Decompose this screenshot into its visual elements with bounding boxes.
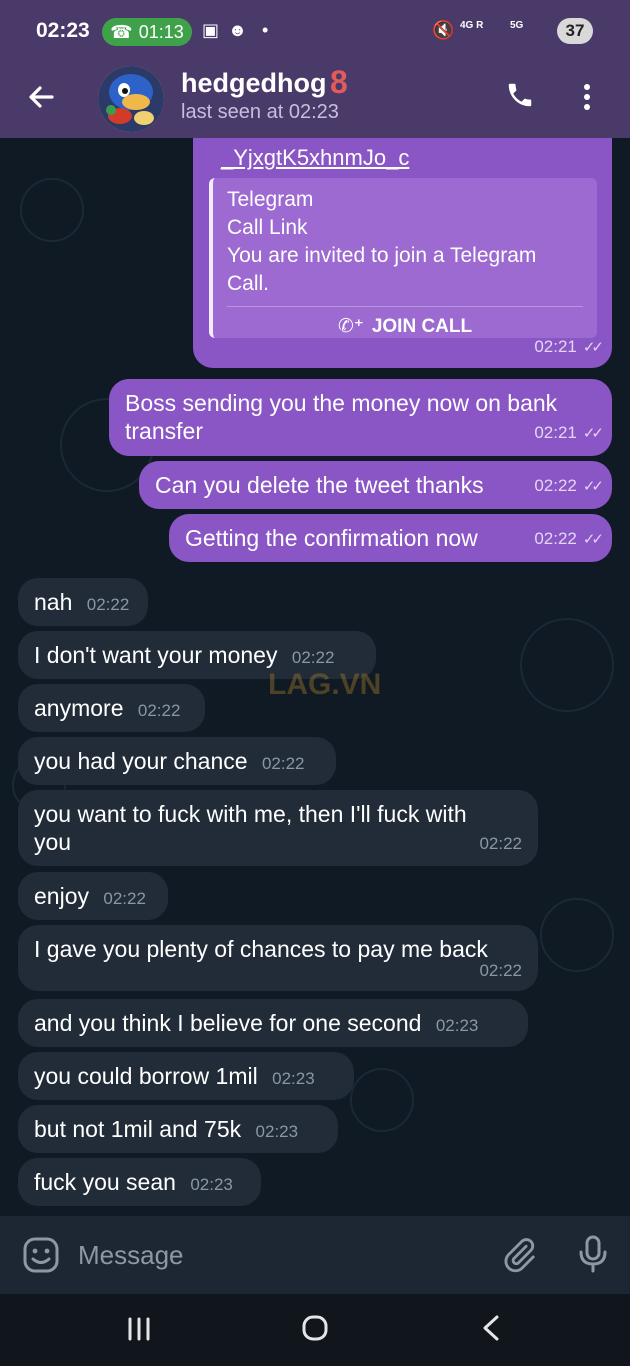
- wallpaper-doodle: [520, 618, 614, 712]
- message-time: 02:22: [137, 701, 181, 720]
- message-time: 02:22: [86, 595, 130, 614]
- message-text: anymore: [34, 695, 124, 721]
- mute-icon: 🔇: [432, 20, 455, 40]
- phone-small-icon: ☎: [110, 21, 133, 42]
- double-check-icon: ✓✓: [582, 478, 604, 495]
- incoming-message[interactable]: fuck you sean 02:23: [18, 1158, 261, 1206]
- message-text: but not 1mil and 75k: [34, 1116, 242, 1142]
- add-person-icon: ☻: [228, 20, 247, 40]
- preview-site-name: Telegram: [227, 188, 314, 211]
- message-time: 02:22: [534, 529, 577, 548]
- double-check-icon: ✓✓: [582, 531, 604, 548]
- last-seen-status: last seen at 02:23: [181, 101, 339, 123]
- message-text: I don't want your money: [34, 642, 278, 668]
- wallpaper-doodle: [350, 1068, 414, 1132]
- message-text: enjoy: [34, 883, 89, 909]
- more-vert-icon[interactable]: [582, 82, 592, 117]
- incoming-message[interactable]: enjoy 02:22: [18, 872, 168, 920]
- add-call-icon: ✆⁺: [337, 316, 364, 337]
- home-icon[interactable]: [301, 1314, 329, 1347]
- message-text: I gave you plenty of chances to pay me b…: [34, 936, 488, 962]
- phone-icon[interactable]: [505, 80, 535, 115]
- message-time: 02:22: [261, 754, 305, 773]
- watermark: LAG.VN: [268, 668, 382, 701]
- preview-description: You are invited to join a Telegram Call.: [227, 244, 537, 295]
- status-bar: [0, 0, 630, 64]
- message-text: nah: [34, 589, 73, 615]
- message-time: 02:23: [255, 1122, 299, 1141]
- message-time: 02:23: [435, 1016, 479, 1035]
- message-time: 02:23: [272, 1069, 315, 1088]
- incoming-message[interactable]: nah 02:22: [18, 578, 148, 626]
- network-4g: 4G R: [460, 20, 484, 31]
- incoming-message[interactable]: anymore 02:22: [18, 684, 205, 732]
- message-text: Can you delete the tweet thanks: [155, 472, 484, 498]
- outgoing-message[interactable]: Can you delete the tweet thanks 02:22 ✓✓: [139, 461, 612, 509]
- message-time: 02:22: [479, 961, 522, 980]
- emoji-icon[interactable]: [22, 1236, 60, 1279]
- battery-badge: 37: [557, 18, 593, 44]
- message-time: 02:22: [534, 476, 577, 495]
- message-text: you: [34, 829, 72, 855]
- outgoing-message[interactable]: Boss sending you the money now on bank t…: [109, 379, 612, 456]
- preview-title: Call Link: [227, 216, 308, 239]
- attach-icon[interactable]: [500, 1236, 538, 1279]
- back-arrow-icon[interactable]: [26, 82, 56, 120]
- wallpaper-doodle: [20, 178, 84, 242]
- message-text: and you think I believe for one second: [34, 1010, 422, 1036]
- status-time: 02:23: [36, 19, 90, 42]
- message-text: you want to fuck with me, then I'll fuck…: [34, 801, 467, 827]
- incoming-message[interactable]: you want to fuck with me, then I'll fuck…: [18, 790, 538, 866]
- recents-icon[interactable]: [126, 1316, 152, 1347]
- message-time: 02:21: [534, 337, 577, 356]
- mic-icon[interactable]: [578, 1234, 608, 1279]
- avatar[interactable]: [98, 66, 164, 132]
- message-text: Boss sending you the money now on bank: [125, 390, 558, 416]
- incoming-message[interactable]: but not 1mil and 75k 02:23: [18, 1105, 338, 1153]
- call-timer-pill[interactable]: ☎ 01:13: [102, 18, 192, 46]
- message-text: you had your chance: [34, 748, 248, 774]
- incoming-message[interactable]: you had your chance 02:22: [18, 737, 336, 785]
- double-check-icon: ✓✓: [582, 339, 604, 356]
- incoming-message[interactable]: and you think I believe for one second 0…: [18, 999, 528, 1047]
- outgoing-message[interactable]: Getting the confirmation now 02:22 ✓✓: [169, 514, 612, 562]
- join-call-button[interactable]: ✆⁺ JOIN CALL: [227, 315, 583, 338]
- link-preview-card[interactable]: Telegram Call Link You are invited to jo…: [209, 178, 597, 338]
- incoming-message[interactable]: you could borrow 1mil 02:23: [18, 1052, 354, 1100]
- message-text: transfer: [125, 418, 203, 444]
- network-5g: 5G: [510, 20, 524, 31]
- double-check-icon: ✓✓: [582, 425, 604, 442]
- contact-badge: 8: [330, 64, 348, 100]
- wallpaper-doodle: [540, 898, 614, 972]
- incoming-message[interactable]: I gave you plenty of chances to pay me b…: [18, 925, 538, 991]
- message-time: 02:23: [190, 1175, 233, 1194]
- message-text: Getting the confirmation now: [185, 525, 478, 551]
- message-text: fuck you sean: [34, 1169, 176, 1195]
- message-text: you could borrow 1mil: [34, 1063, 258, 1089]
- message-time: 02:22: [103, 889, 146, 908]
- call-link-url[interactable]: _YjxgtK5xhnmJo_c: [221, 144, 596, 172]
- nav-back-icon[interactable]: [480, 1314, 502, 1347]
- preview-divider: [227, 306, 583, 307]
- message-time: 02:22: [291, 648, 335, 667]
- contact-name[interactable]: hedgedhog: [181, 68, 326, 99]
- message-time: 02:21: [534, 423, 577, 442]
- message-input[interactable]: Message: [78, 1240, 184, 1271]
- dot-icon: •: [262, 20, 269, 40]
- join-call-label: JOIN CALL: [371, 315, 473, 337]
- call-timer: 01:13: [138, 21, 184, 42]
- screen-record-icon: ▣: [202, 20, 220, 40]
- message-time: 02:22: [479, 834, 522, 853]
